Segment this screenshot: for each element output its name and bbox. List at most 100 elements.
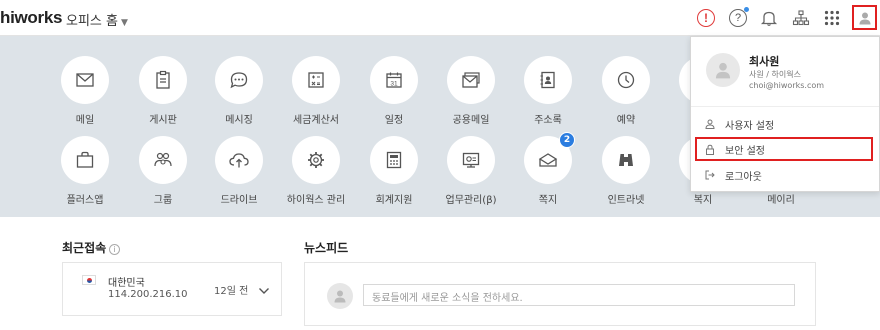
app-label: 그룹 xyxy=(153,195,173,206)
recent-access-card: 대한민국 114.200.216.10 12일 전 xyxy=(62,262,282,316)
notification-button[interactable] xyxy=(757,6,781,30)
profile-role: 사원 / 하이웍스 xyxy=(749,70,801,79)
bell-icon xyxy=(760,11,778,26)
app-label: 플러스앱 xyxy=(66,195,104,206)
alert-button[interactable]: ! xyxy=(694,6,718,30)
recent-access-title: 최근접속 i xyxy=(62,239,121,256)
korea-flag-icon xyxy=(82,275,96,285)
app-task-management[interactable]: 업무관리(β) xyxy=(432,136,510,206)
unread-badge: 2 xyxy=(559,132,575,148)
address-book-icon xyxy=(540,71,555,89)
app-calendar[interactable]: 31 일정 xyxy=(355,56,433,126)
app-label: 주소록 xyxy=(534,115,562,126)
app-label: 게시판 xyxy=(149,115,177,126)
app-label: 일정 xyxy=(384,115,404,126)
org-chart-button[interactable] xyxy=(789,6,813,30)
new-dot-indicator xyxy=(744,7,749,12)
office-home-label: 오피스 홈 xyxy=(66,14,118,29)
office-home-menu[interactable]: 오피스 홈 ▼ xyxy=(66,10,128,29)
newsfeed-title: 뉴스피드 xyxy=(304,241,349,255)
app-messaging[interactable]: 메시징 xyxy=(200,56,278,126)
help-button[interactable]: ? xyxy=(726,6,750,30)
logout-icon xyxy=(705,170,715,180)
profile-email: choi@hiworks.com xyxy=(749,81,825,90)
post-input[interactable]: 동료들에게 새로운 소식을 전하세요. xyxy=(363,284,795,306)
org-chart-icon xyxy=(792,10,810,26)
app-accounting[interactable]: 회계지원 xyxy=(355,136,433,206)
app-label: 메일 xyxy=(75,115,95,126)
svg-text:31: 31 xyxy=(390,80,398,87)
app-label: 세금계산서 xyxy=(293,115,339,126)
hiworks-logo[interactable]: hiworks xyxy=(0,8,62,28)
tax-invoice-icon xyxy=(308,72,324,88)
app-board[interactable]: 게시판 xyxy=(124,56,202,126)
app-mail[interactable]: 메일 xyxy=(46,56,124,126)
menu-item-security-settings[interactable]: 보안 설정 xyxy=(695,137,873,161)
app-label: 복지 xyxy=(693,195,713,206)
app-drive[interactable]: 드라이브 xyxy=(200,136,278,206)
app-plus-app[interactable]: 플러스앱 xyxy=(46,136,124,206)
info-icon[interactable]: i xyxy=(109,244,121,255)
app-reservation[interactable]: 예약 xyxy=(587,56,665,126)
help-icon: ? xyxy=(729,7,749,27)
accounting-icon xyxy=(386,151,402,169)
board-icon xyxy=(156,70,170,89)
avatar xyxy=(706,53,740,87)
mail-icon xyxy=(76,73,94,87)
app-shared-mail[interactable]: 공용메일 xyxy=(432,56,510,126)
alert-icon: ! xyxy=(697,9,715,27)
top-header: hiworks 오피스 홈 ▼ ! ? xyxy=(0,0,880,36)
app-hiworks-admin[interactable]: 하이웍스 관리 xyxy=(277,136,355,206)
binoculars-icon xyxy=(619,154,633,166)
avatar xyxy=(327,283,353,309)
menu-item-user-settings[interactable]: 사용자 설정 xyxy=(695,112,873,136)
app-address-book[interactable]: 주소록 xyxy=(509,56,587,126)
menu-item-label: 사용자 설정 xyxy=(725,120,775,132)
user-icon xyxy=(859,12,870,24)
app-label: 쪽지 xyxy=(538,195,558,206)
menu-item-label: 보안 설정 xyxy=(725,145,765,157)
chevron-down-icon xyxy=(259,288,269,294)
app-note[interactable]: 2 쪽지 xyxy=(509,132,587,206)
user-profile-button[interactable] xyxy=(852,5,877,30)
group-icon xyxy=(154,152,172,167)
access-country: 대한민국 xyxy=(108,278,145,289)
app-label: 메시징 xyxy=(225,115,253,126)
grid-icon xyxy=(824,10,840,26)
menu-item-label: 로그아웃 xyxy=(725,171,762,183)
caret-down-icon: ▼ xyxy=(120,18,128,28)
menu-item-logout[interactable]: 로그아웃 xyxy=(695,163,873,187)
access-time: 12일 전 xyxy=(214,286,249,297)
gear-icon xyxy=(308,152,324,168)
app-label: 업무관리(β) xyxy=(445,195,497,206)
app-intranet[interactable]: 인트라넷 xyxy=(587,136,665,206)
lock-icon xyxy=(706,144,714,155)
user-icon xyxy=(334,290,346,303)
access-ip: 114.200.216.10 xyxy=(108,289,188,300)
app-label: 메이리 xyxy=(767,195,795,206)
calendar-icon: 31 xyxy=(386,72,402,88)
clock-icon xyxy=(617,71,635,89)
app-label: 공용메일 xyxy=(452,115,490,126)
user-icon xyxy=(715,62,731,79)
cloud-drive-icon xyxy=(229,153,249,168)
shopping-bag-icon xyxy=(76,151,94,168)
app-launcher-button[interactable] xyxy=(820,6,844,30)
divider xyxy=(691,106,879,107)
shared-mail-icon xyxy=(462,72,480,88)
note-icon xyxy=(538,153,558,167)
app-label: 예약 xyxy=(616,115,636,126)
task-management-icon xyxy=(462,152,480,168)
app-label: 인트라넷 xyxy=(607,195,645,206)
profile-dropdown: 최사원 사원 / 하이웍스 choi@hiworks.com 사용자 설정 보안… xyxy=(690,36,880,192)
profile-name: 최사원 xyxy=(749,55,780,68)
expand-button[interactable] xyxy=(258,281,270,300)
app-label: 회계지원 xyxy=(375,195,413,206)
app-label: 드라이브 xyxy=(220,195,258,206)
app-tax-invoice[interactable]: 세금계산서 xyxy=(277,56,355,126)
newsfeed-card: 동료들에게 새로운 소식을 전하세요. xyxy=(304,262,816,326)
messaging-icon xyxy=(230,72,248,89)
app-group[interactable]: 그룹 xyxy=(124,136,202,206)
app-label: 하이웍스 관리 xyxy=(286,195,346,206)
user-settings-icon xyxy=(705,119,715,129)
